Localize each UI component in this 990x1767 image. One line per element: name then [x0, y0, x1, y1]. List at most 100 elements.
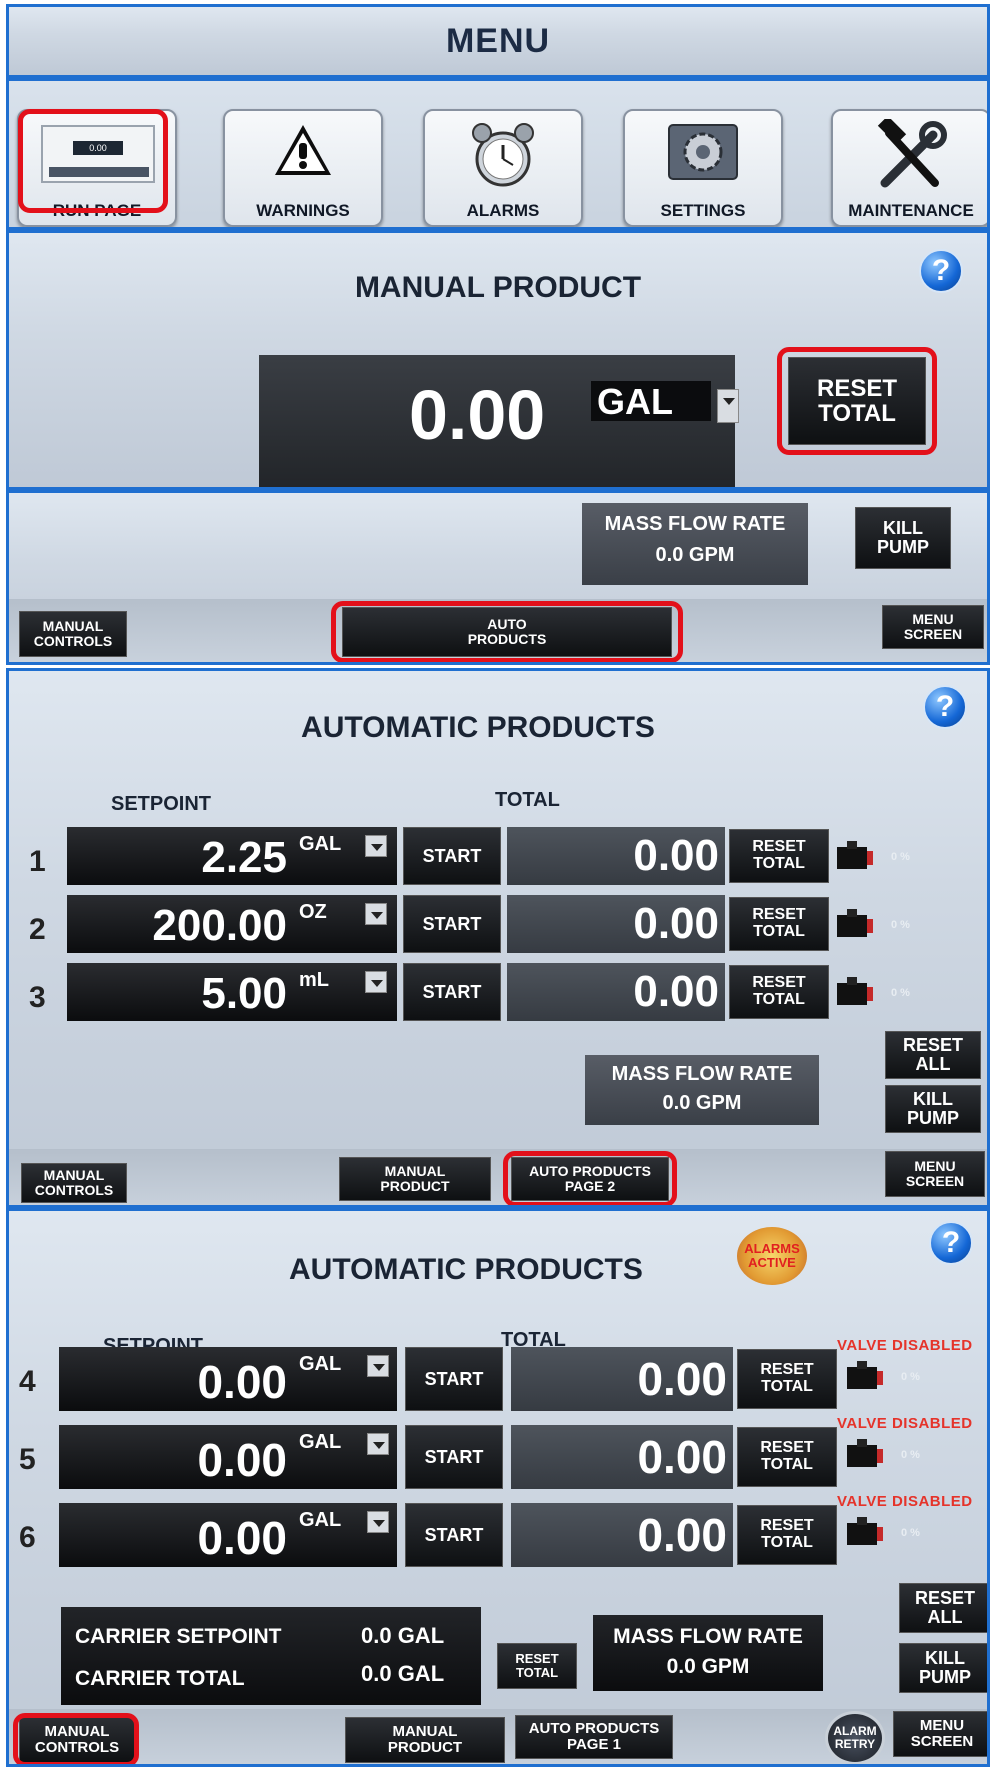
setpoint-value: 200.00: [152, 901, 287, 950]
start-button[interactable]: START: [403, 827, 501, 885]
setpoint-field[interactable]: 0.00 GAL: [59, 1425, 397, 1489]
menu-screen-button[interactable]: MENU SCREEN: [882, 605, 984, 649]
total-value: 0.00: [507, 827, 725, 885]
row-number: 4: [19, 1365, 36, 1398]
settings-label: SETTINGS: [660, 201, 746, 220]
menu-screen-button[interactable]: MENU SCREEN: [885, 1151, 985, 1197]
reset-total-button[interactable]: RESET TOTAL: [737, 1427, 837, 1487]
manual-product-button[interactable]: MANUAL PRODUCT: [339, 1157, 491, 1201]
kill-pump-button[interactable]: KILL PUMP: [899, 1643, 987, 1693]
mass-flow-rate-box: MASS FLOW RATE 0.0 GPM: [585, 1055, 819, 1125]
reset-total-button[interactable]: RESET TOTAL: [729, 897, 829, 951]
mass-flow-rate-value: 0.0 GPM: [655, 544, 735, 566]
reset-all-button[interactable]: RESET ALL: [899, 1583, 987, 1633]
warnings-button[interactable]: WARNINGS: [223, 109, 383, 227]
menu-screen-button[interactable]: MENU SCREEN: [893, 1711, 987, 1757]
manual-unit-value: GAL: [597, 381, 673, 422]
manual-controls-panel: MASS FLOW RATE 0.0 GPM KILL PUMP MANUAL …: [6, 490, 990, 665]
start-button[interactable]: START: [403, 963, 501, 1021]
chevron-down-icon[interactable]: [367, 1511, 389, 1533]
setpoint-field[interactable]: 5.00 mL: [67, 963, 397, 1021]
mass-flow-rate-value: 0.0 GPM: [662, 1092, 742, 1114]
kill-pump-button[interactable]: KILL PUMP: [885, 1085, 981, 1133]
help-icon[interactable]: ?: [919, 249, 963, 293]
valve-icon: [847, 1361, 883, 1389]
start-button[interactable]: START: [405, 1347, 503, 1411]
auto-products-page1-button[interactable]: AUTO PRODUCTS PAGE 1: [515, 1715, 673, 1759]
reset-total-button[interactable]: RESET TOTAL: [729, 829, 829, 883]
valve-percent: 0 %: [891, 919, 910, 931]
chevron-down-icon[interactable]: [717, 389, 739, 423]
run-page-button[interactable]: 0.00 RUN PAGE: [17, 109, 177, 227]
carrier-box: CARRIER SETPOINT 0.0 GAL CARRIER TOTAL 0…: [61, 1607, 481, 1705]
manual-product-button[interactable]: MANUAL PRODUCT: [345, 1717, 505, 1763]
menu-icon-bar: 0.00 RUN PAGE WARNINGS ALARMS SETTINGS M…: [6, 78, 990, 230]
mass-flow-rate-box: MASS FLOW RATE 0.0 GPM: [593, 1615, 823, 1691]
setpoint-unit: GAL: [299, 1509, 342, 1531]
alarm-retry-button[interactable]: ALARM RETRY: [825, 1711, 885, 1764]
run-page-thumbnail-icon: 0.00: [41, 125, 155, 183]
chevron-down-icon[interactable]: [365, 835, 387, 857]
menu-title: MENU: [445, 21, 551, 60]
auto1-footer: [9, 1149, 987, 1205]
warning-triangle-icon: [275, 125, 331, 175]
total-header: TOTAL: [495, 789, 560, 811]
start-button[interactable]: START: [403, 895, 501, 953]
setpoint-field[interactable]: 200.00 OZ: [67, 895, 397, 953]
setpoint-value: 5.00: [201, 969, 287, 1018]
manual-unit-select[interactable]: GAL: [591, 381, 711, 422]
manual-controls-button[interactable]: MANUAL CONTROLS: [19, 1717, 135, 1763]
alarms-active-badge[interactable]: ALARMS ACTIVE: [737, 1227, 807, 1285]
valve-percent: 0 %: [901, 1527, 920, 1539]
start-button[interactable]: START: [405, 1503, 503, 1567]
valve-icon: [837, 909, 873, 937]
row-number: 1: [29, 845, 46, 878]
mass-flow-rate-box: MASS FLOW RATE 0.0 GPM: [582, 503, 808, 585]
reset-total-button[interactable]: RESET TOTAL: [729, 965, 829, 1019]
auto2-title: AUTOMATIC PRODUCTS: [289, 1253, 643, 1286]
manual-controls-button[interactable]: MANUAL CONTROLS: [21, 1163, 127, 1203]
maintenance-button[interactable]: MAINTENANCE: [831, 109, 987, 227]
setpoint-field[interactable]: 2.25 GAL: [67, 827, 397, 885]
reset-total-button[interactable]: RESET TOTAL: [737, 1349, 837, 1409]
chevron-down-icon[interactable]: [367, 1355, 389, 1377]
run-thumbnail-readout: 0.00: [73, 141, 123, 155]
manual-total-display: 0.00 GAL: [259, 355, 739, 487]
manual-controls-button[interactable]: MANUAL CONTROLS: [19, 611, 127, 657]
valve-percent: 0 %: [901, 1449, 920, 1461]
chevron-down-icon[interactable]: [367, 1433, 389, 1455]
setpoint-field[interactable]: 0.00 GAL: [59, 1347, 397, 1411]
kill-pump-button[interactable]: KILL PUMP: [855, 507, 951, 569]
chevron-down-icon[interactable]: [365, 971, 387, 993]
mass-flow-rate-label: MASS FLOW RATE: [611, 1063, 793, 1085]
mass-flow-rate-value: 0.0 GPM: [666, 1655, 750, 1678]
chevron-down-icon[interactable]: [365, 903, 387, 925]
valve-percent: 0 %: [891, 851, 910, 863]
row-number: 3: [29, 981, 46, 1014]
help-icon[interactable]: ?: [923, 685, 967, 729]
alarms-button[interactable]: ALARMS: [423, 109, 583, 227]
carrier-total-label: CARRIER TOTAL: [75, 1667, 245, 1690]
carrier-reset-total-button[interactable]: RESET TOTAL: [497, 1643, 577, 1689]
valve-percent: 0 %: [901, 1371, 920, 1383]
start-button[interactable]: START: [405, 1425, 503, 1489]
settings-button[interactable]: SETTINGS: [623, 109, 783, 227]
setpoint-value: 2.25: [201, 833, 287, 882]
auto-products-page1-panel: AUTOMATIC PRODUCTS ? SETPOINT TOTAL 1 2.…: [6, 668, 990, 1208]
manual-reset-total-button[interactable]: RESET TOTAL: [788, 357, 926, 445]
reset-total-button[interactable]: RESET TOTAL: [737, 1505, 837, 1565]
auto-products-page2-button[interactable]: AUTO PRODUCTS PAGE 2: [511, 1157, 669, 1201]
auto-products-button[interactable]: AUTO PRODUCTS: [342, 607, 672, 657]
help-icon[interactable]: ?: [929, 1221, 973, 1265]
run-page-label: RUN PAGE: [52, 201, 142, 220]
menu-header: MENU: [6, 4, 990, 78]
setpoint-field[interactable]: 0.00 GAL: [59, 1503, 397, 1567]
alarms-label: ALARMS: [466, 201, 540, 220]
valve-icon: [837, 841, 873, 869]
setpoint-unit: mL: [299, 969, 329, 991]
auto-products-page2-panel: AUTOMATIC PRODUCTS ALARMS ACTIVE ? SETPO…: [6, 1208, 990, 1767]
alarm-clock-icon: [472, 123, 534, 187]
valve-status: VALVE DISABLED: [837, 1337, 973, 1354]
setpoint-unit: GAL: [299, 1431, 342, 1453]
reset-all-button[interactable]: RESET ALL: [885, 1031, 981, 1079]
